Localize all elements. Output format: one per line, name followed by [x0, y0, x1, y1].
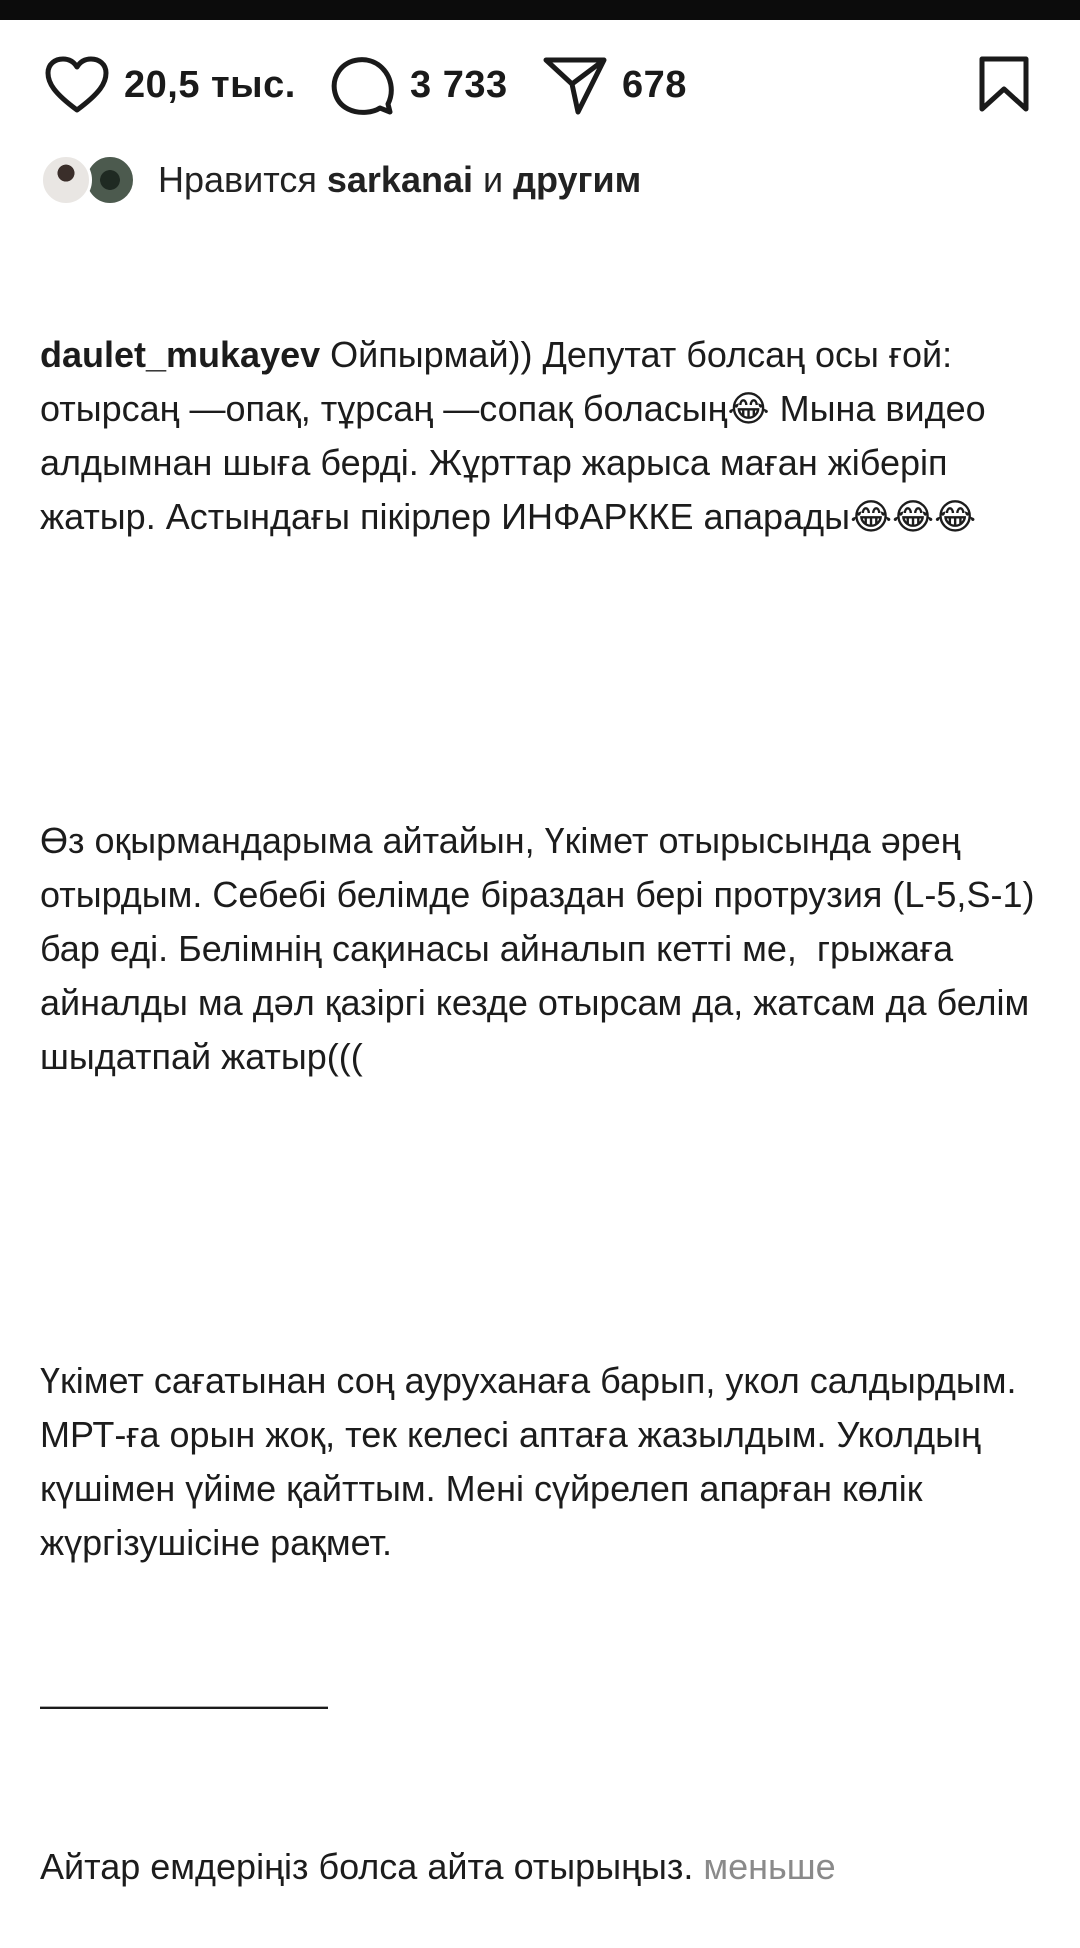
liked-by-row[interactable]: Нравится sarkanai и другим — [40, 150, 641, 210]
caption-closing: Айтар емдеріңіз болса айта отырыңыз. мен… — [40, 1840, 1050, 1894]
caption-para2: Өз оқырмандарыма айтайын, Үкімет отырысы… — [40, 820, 1045, 1077]
less-link[interactable]: меньше — [703, 1846, 835, 1887]
liked-by-prefix: Нравится — [158, 159, 317, 200]
send-icon[interactable] — [542, 54, 608, 116]
liked-by-text: Нравится sarkanai и другим — [158, 159, 641, 201]
comments-count: 3 733 — [410, 63, 508, 106]
liked-by-user-link[interactable]: sarkanai — [327, 159, 473, 200]
status-bar-edge — [0, 0, 1080, 20]
post-caption: daulet_mukayev Ойпырмай)) Депутат болсаң… — [40, 220, 1050, 1948]
caption-closing-text: Айтар емдеріңіз болса айта отырыңыз. — [40, 1846, 694, 1887]
like-action[interactable]: 20,5 тыс. — [44, 50, 296, 120]
caption-divider: ———————— — [40, 1684, 328, 1725]
save-action[interactable] — [976, 50, 1032, 120]
comment-icon[interactable] — [330, 54, 396, 116]
comment-action[interactable]: 3 733 — [330, 50, 508, 120]
bookmark-icon[interactable] — [976, 55, 1032, 115]
caption-intro: daulet_mukayev Ойпырмай)) Депутат болсаң… — [40, 328, 1050, 544]
share-action[interactable]: 678 — [542, 50, 687, 120]
post-action-bar: 20,5 тыс. 3 733 678 — [0, 50, 1080, 120]
likes-count: 20,5 тыс. — [124, 63, 296, 106]
liked-by-others-link[interactable]: другим — [513, 159, 641, 200]
liked-by-avatars[interactable] — [40, 152, 140, 208]
caption-para3: Үкімет сағатынан соң ауруханаға барып, у… — [40, 1360, 1027, 1563]
liked-by-middle: и — [483, 159, 504, 200]
shares-count: 678 — [622, 63, 687, 106]
avatar[interactable] — [40, 154, 92, 206]
heart-icon[interactable] — [44, 55, 110, 115]
caption-username[interactable]: daulet_mukayev — [40, 334, 320, 375]
